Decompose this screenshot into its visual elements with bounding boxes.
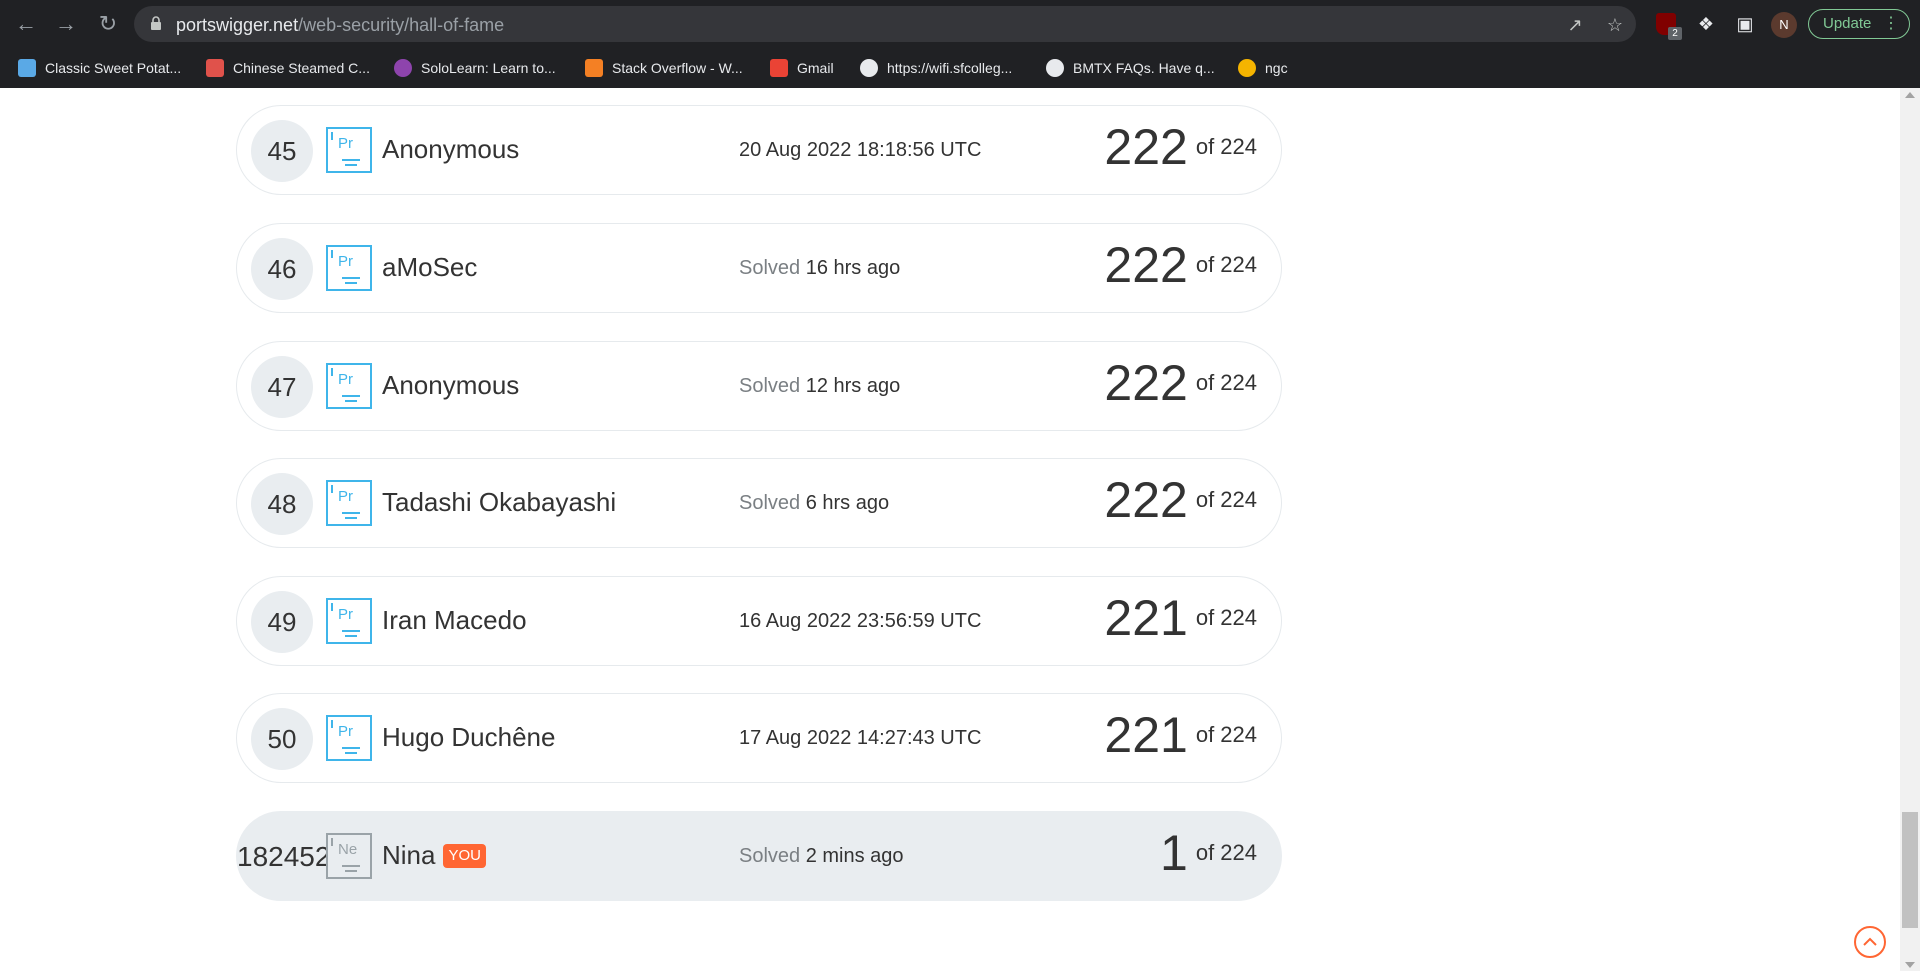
scroll-thumb[interactable]: [1902, 812, 1918, 928]
user-name: Anonymous: [382, 370, 520, 400]
browser-toolbar: ← → ↻ portswigger.net/web-security/hall-…: [0, 0, 1920, 48]
stackoverflow-icon: [585, 59, 603, 77]
score: 222 of 224: [1104, 355, 1257, 411]
solved-time: 20 Aug 2022 18:18:56 UTC: [739, 139, 982, 161]
solved-time: Solved 6 hrs ago: [739, 492, 890, 514]
rank-badge: 48: [251, 473, 313, 535]
url-text[interactable]: portswigger.net/web-security/hall-of-fam…: [176, 15, 504, 36]
leaderboard-row: 48 Pr Tadashi Okabayashi Solved 6 hrs ag…: [236, 458, 1282, 548]
url-path: /web-security/hall-of-fame: [298, 15, 505, 35]
chef-icon: [206, 59, 224, 77]
solved-time: 17 Aug 2022 14:27:43 UTC: [739, 727, 982, 749]
bookmark-item[interactable]: SoloLearn: Learn to...: [394, 56, 556, 80]
lock-icon: [151, 16, 161, 30]
solved-time: Solved 2 mins ago: [739, 845, 904, 867]
user-name: Hugo Duchêne: [382, 722, 556, 752]
rank-badge: 46: [251, 238, 313, 300]
address-bar[interactable]: portswigger.net/web-security/hall-of-fam…: [134, 6, 1636, 42]
element-badge-icon: Pr: [326, 715, 372, 761]
score: 221 of 224: [1104, 707, 1257, 763]
bookmark-item[interactable]: Chinese Steamed C...: [206, 56, 370, 80]
solved-time: Solved 12 hrs ago: [739, 375, 901, 397]
hall-of-fame-page: 45 Pr Anonymous 20 Aug 2022 18:18:56 UTC…: [0, 88, 1900, 971]
scroll-down-arrow-icon[interactable]: [1905, 962, 1915, 968]
bookmark-item[interactable]: BMTX FAQs. Have q...: [1046, 56, 1215, 80]
user-name: Nina YOU: [382, 840, 486, 871]
share-icon[interactable]: ↗: [1564, 14, 1586, 36]
rank-badge: 45: [251, 120, 313, 182]
extension-badge: 2: [1668, 27, 1682, 40]
user-name: Tadashi Okabayashi: [382, 487, 617, 517]
bookmark-item[interactable]: ngc: [1238, 56, 1288, 80]
ngc-icon: [1238, 59, 1256, 77]
element-badge-icon: Pr: [326, 598, 372, 644]
rank-badge: 182452: [237, 841, 331, 872]
leaderboard-row: 45 Pr Anonymous 20 Aug 2022 18:18:56 UTC…: [236, 105, 1282, 195]
globe-icon: [1046, 59, 1064, 77]
score: 221 of 224: [1104, 590, 1257, 646]
bookmark-item[interactable]: Classic Sweet Potat...: [18, 56, 181, 80]
solved-time: 16 Aug 2022 23:56:59 UTC: [739, 610, 982, 632]
user-name: aMoSec: [382, 252, 478, 282]
forward-icon[interactable]: →: [52, 10, 80, 38]
element-badge-icon: Pr: [326, 363, 372, 409]
update-label: Update: [1823, 15, 1872, 32]
sololearn-icon: [394, 59, 412, 77]
rank-badge: 49: [251, 591, 313, 653]
extensions-puzzle-icon[interactable]: ❖: [1694, 12, 1718, 36]
browser-chrome: ← → ↻ portswigger.net/web-security/hall-…: [0, 0, 1920, 88]
rank-badge: 47: [251, 356, 313, 418]
element-badge-icon: Pr: [326, 127, 372, 173]
star-icon[interactable]: ☆: [1604, 14, 1626, 36]
update-button[interactable]: Update ⋮: [1808, 9, 1910, 39]
score: 222 of 224: [1104, 119, 1257, 175]
element-badge-icon: Ne: [326, 833, 372, 879]
leaderboard-row: 47 Pr Anonymous Solved 12 hrs ago 222 of …: [236, 341, 1282, 431]
gmail-icon: [770, 59, 788, 77]
rank-badge: 50: [251, 708, 313, 770]
element-badge-icon: Pr: [326, 245, 372, 291]
side-panel-icon[interactable]: ▣: [1733, 12, 1757, 36]
leaderboard-row: 49 Pr Iran Macedo 16 Aug 2022 23:56:59 U…: [236, 576, 1282, 666]
chevron-up-icon: [1863, 937, 1877, 946]
back-icon[interactable]: ←: [12, 10, 40, 38]
url-host: portswigger.net: [176, 15, 299, 35]
menu-kebab-icon[interactable]: ⋮: [1883, 10, 1899, 38]
globe-icon: [860, 59, 878, 77]
back-to-top-button[interactable]: [1854, 926, 1886, 958]
score: 222 of 224: [1104, 237, 1257, 293]
you-badge: YOU: [443, 843, 486, 868]
leaderboard-row: 46 Pr aMoSec Solved 16 hrs ago 222 of 224: [236, 223, 1282, 313]
leaderboard-row: 50 Pr Hugo Duchêne 17 Aug 2022 14:27:43 …: [236, 693, 1282, 783]
score: 1 of 224: [1160, 825, 1257, 881]
bookmark-item[interactable]: Gmail: [770, 56, 834, 80]
user-name: Iran Macedo: [382, 605, 527, 635]
current-user-row: 182452 Ne Nina YOU Solved 2 mins ago 1 of …: [236, 811, 1282, 901]
reload-icon[interactable]: ↻: [94, 10, 122, 38]
bookmark-item[interactable]: https://wifi.sfcolleg...: [860, 56, 1012, 80]
scroll-up-arrow-icon[interactable]: [1905, 92, 1915, 98]
utensils-icon: [18, 59, 36, 77]
bookmark-item[interactable]: Stack Overflow - W...: [585, 56, 743, 80]
score: 222 of 224: [1104, 472, 1257, 528]
profile-avatar[interactable]: N: [1771, 12, 1797, 38]
bookmarks-bar: Classic Sweet Potat... Chinese Steamed C…: [0, 48, 1920, 88]
element-badge-icon: Pr: [326, 480, 372, 526]
solved-time: Solved 16 hrs ago: [739, 257, 901, 279]
user-name: Anonymous: [382, 134, 520, 164]
